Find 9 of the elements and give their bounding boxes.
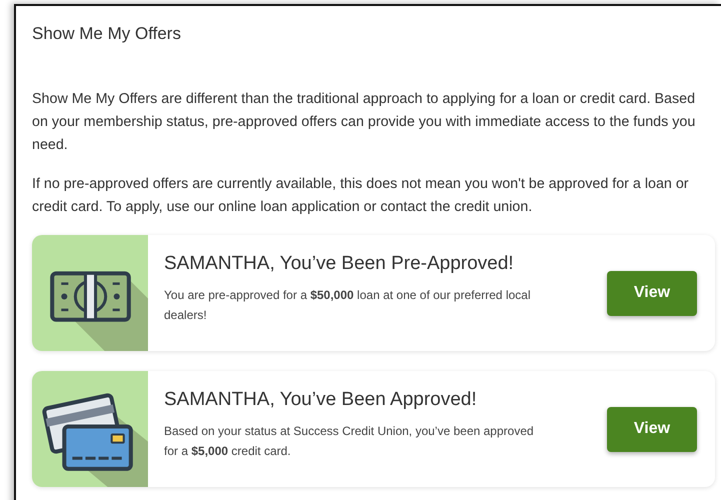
offer-description: Based on your status at Success Credit Union, you’ve been approved for a $5,000 credit card. bbox=[164, 423, 535, 460]
offer-title: SAMANTHA, You’ve Been Pre-Approved! bbox=[164, 253, 515, 275]
view-button[interactable]: View bbox=[607, 270, 697, 316]
paragraph: If no pre-approved offers are currently available, this does not mean you won't be approved for a loan or credit card. To apply, use our online loan application or contact the credit union. bbox=[32, 175, 690, 217]
panel-title: Show Me My Offers bbox=[32, 24, 182, 44]
paragraph: Show Me My Offers are different than the traditional approach to applying for a loan or credit card. Based on your membership status, pre-approved offers can provide you with immediate access to the funds you need. bbox=[32, 90, 696, 155]
offer-title: SAMANTHA, You’ve Been Approved! bbox=[164, 389, 478, 411]
offer-description: You are pre-approved for a $50,000 loan at one of our preferred local dealers! bbox=[164, 287, 532, 324]
view-button[interactable]: View bbox=[607, 406, 697, 452]
